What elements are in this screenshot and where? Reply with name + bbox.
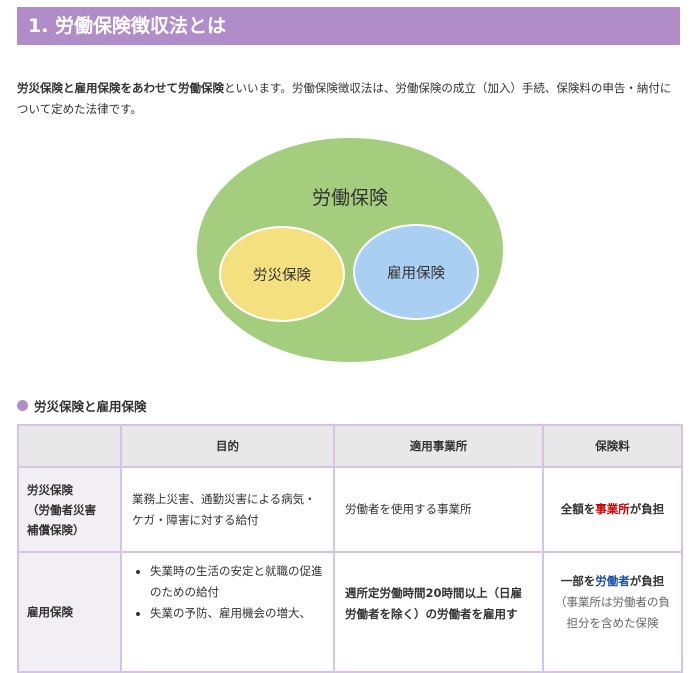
header-purpose: 目的 [120,424,335,468]
purpose-koyou: 失業時の生活の安定と就職の促進のための給付 失業の予防、雇用機会の増大、 [120,551,335,673]
premium-koyou-note: （事業所は労働者の負担分を含めた保険 [555,595,670,630]
table-heading: 労災保険と雇用保険 [17,396,147,415]
bullet-dot-icon [17,400,28,411]
header-scope: 適用事業所 [333,424,544,468]
table-header-row: 目的 適用事業所 保険料 [17,424,683,468]
purpose-rousai: 業務上災害、通勤災害による病気・ケガ・障害に対する給付 [120,466,335,553]
section-title: 1. 労働保険徴収法とは [17,7,680,45]
intro-conj-2: をあわせて [120,81,179,95]
insurance-comparison-table: 目的 適用事業所 保険料 労災保険 （労働者災害 補償保険） 業務上災害、通勤災… [17,424,683,673]
premium-koyou: 一部を労働者が負担 （事業所は労働者の負担分を含めた保険 [542,551,683,673]
scope-koyou: 週所定労働時間20時間以上（日雇労働者を除く）の労働者を雇用す [333,551,544,673]
table-heading-text: 労災保険と雇用保険 [34,399,147,414]
intro-conj-1: と [63,81,75,95]
intro-term-rousai: 労災保険 [17,81,63,95]
right-label: 雇用保険 [387,265,445,282]
intro-paragraph: 労災保険と雇用保険をあわせて労働保険といいます。労働保険徴収法は、労働保険の成立… [17,78,682,120]
intro-term-koyou: 雇用保険 [74,81,121,95]
table-row-rousai: 労災保険 （労働者災害 補償保険） 業務上災害、通勤災害による病気・ケガ・障害に… [17,466,683,553]
left-label: 労災保険 [253,267,311,284]
scope-rousai: 労働者を使用する事業所 [333,466,544,553]
intro-term-roudou: 労働保険 [178,81,224,95]
purpose-koyou-item-1: 失業時の生活の安定と就職の促進のための給付 [150,561,323,603]
premium-rousai: 全額を事業所が負担 [542,466,683,553]
insurance-venn-diagram: 労働保険 労災保険 雇用保険 [197,138,503,362]
header-premium: 保険料 [542,424,683,468]
row-name-koyou: 雇用保険 [17,551,122,673]
header-blank [17,424,122,468]
outer-label: 労働保険 [312,187,388,209]
row-name-rousai: 労災保険 （労働者災害 補償保険） [17,466,122,553]
purpose-koyou-item-2: 失業の予防、雇用機会の増大、 [150,603,323,624]
table-row-koyou: 雇用保険 失業時の生活の安定と就職の促進のための給付 失業の予防、雇用機会の増大… [17,551,683,673]
